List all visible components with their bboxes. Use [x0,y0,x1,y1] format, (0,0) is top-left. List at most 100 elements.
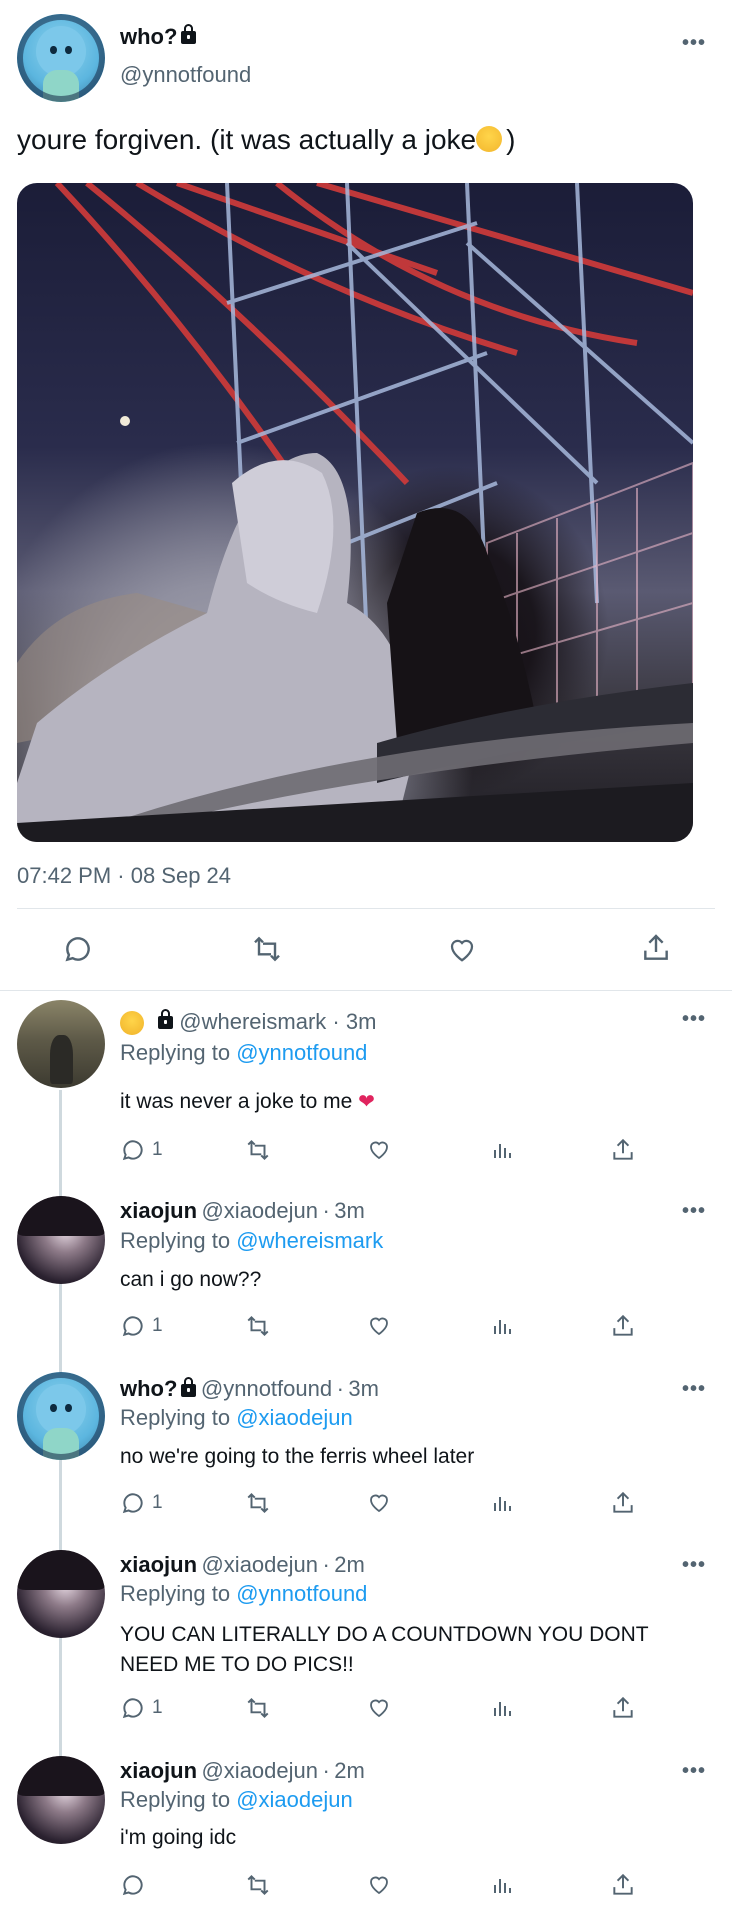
tweet-text: youre forgiven. (it was actually a joke [17,124,477,155]
more-options-icon[interactable]: ••• [682,1200,706,1223]
views-icon[interactable] [490,1313,514,1339]
share-icon[interactable] [640,931,672,965]
like-icon[interactable] [366,1872,392,1896]
reply-count: 1 [152,1315,163,1336]
reply-display-name[interactable]: xiaojun [120,1552,197,1577]
reply-handle[interactable]: @xiaodejun [201,1198,318,1223]
lock-icon [181,1377,197,1398]
loudly-crying-face-icon [476,125,503,152]
replying-to-link[interactable]: @ynnotfound [236,1040,367,1065]
main-tweet-text: youre forgiven. (it was actually a joke) [17,124,515,156]
reply-avatar[interactable] [17,1550,105,1638]
reply-display-name[interactable]: xiaojun [120,1758,197,1783]
reply-icon[interactable] [62,933,94,965]
reply-header: xiaojun @xiaodejun · 2m [120,1758,365,1784]
reply-handle[interactable]: @xiaodejun [201,1552,318,1577]
replying-to: Replying to @xiaodejun [120,1405,353,1431]
like-icon[interactable] [366,1695,392,1719]
replying-label: Replying to [120,1405,231,1430]
replying-label: Replying to [120,1581,231,1606]
reply-header: @whereismark · 3m [120,1008,377,1036]
reply-count: 1 [152,1697,163,1718]
separator: · [322,1198,330,1223]
main-avatar[interactable] [17,14,105,102]
reply-icon[interactable]: 1 [120,1137,163,1163]
like-icon[interactable] [446,934,478,964]
replying-to: Replying to @ynnotfound [120,1581,367,1607]
reply-header: xiaojun @xiaodejun · 2m [120,1552,365,1578]
reply-text: i'm going idc [120,1826,237,1849]
reply-avatar[interactable] [17,1000,105,1088]
reply-time: 3m [334,1198,365,1223]
reply-text: YOU CAN LITERALLY DO A COUNTDOWN YOU DON… [120,1623,649,1676]
reply-icon[interactable]: 1 [120,1313,163,1339]
reply-time: 3m [348,1376,379,1401]
reply-text: it was never a joke to me ❤ [120,1089,375,1114]
divider [0,990,732,991]
retweet-icon[interactable] [244,1872,272,1898]
more-options-icon[interactable]: ••• [682,32,706,55]
reply-avatar[interactable] [17,1372,105,1460]
tweet-photo[interactable] [17,183,693,842]
reply-display-name[interactable]: who? [120,1376,177,1401]
main-handle[interactable]: @ynnotfound [120,62,251,88]
more-options-icon[interactable]: ••• [682,1378,706,1401]
reply-time: 2m [334,1758,365,1783]
retweet-icon[interactable] [244,1695,272,1721]
reply-display-name[interactable]: xiaojun [120,1198,197,1223]
grimacing-face-icon [120,1011,144,1036]
main-display-name[interactable]: who? [120,23,197,50]
share-icon[interactable] [610,1137,636,1163]
reply-handle[interactable]: @ynnotfound [201,1376,332,1401]
reply-text-content: it was never a joke to me [120,1090,353,1113]
replying-to-link[interactable]: @ynnotfound [236,1581,367,1606]
reply-avatar[interactable] [17,1196,105,1284]
reply-time: 3m [345,1009,377,1034]
retweet-icon[interactable] [244,1313,272,1339]
separator: · [322,1552,330,1577]
separator: · [336,1376,344,1401]
views-icon[interactable] [490,1490,514,1516]
like-icon[interactable] [366,1137,392,1161]
reply-header: who? @ynnotfound · 3m [120,1376,379,1402]
reply-count: 1 [152,1492,163,1513]
replying-label: Replying to [120,1228,231,1253]
like-icon[interactable] [366,1490,392,1514]
reply-text: can i go now?? [120,1268,262,1291]
replying-to: Replying to @whereismark [120,1228,383,1254]
share-icon[interactable] [610,1872,636,1898]
lock-icon [181,23,197,44]
views-icon[interactable] [490,1695,514,1721]
reply-time: 2m [334,1552,365,1577]
share-icon[interactable] [610,1695,636,1721]
retweet-icon[interactable] [244,1137,272,1163]
replying-label: Replying to [120,1787,231,1812]
replying-label: Replying to [120,1040,231,1065]
reply-count: 1 [152,1139,163,1160]
reply-header: xiaojun @xiaodejun · 3m [120,1198,365,1224]
replying-to-link[interactable]: @xiaodejun [236,1787,353,1812]
like-icon[interactable] [366,1313,392,1337]
reply-handle[interactable]: @xiaodejun [201,1758,318,1783]
replying-to-link[interactable]: @whereismark [236,1228,383,1253]
display-name-text: who? [120,24,178,49]
share-icon[interactable] [610,1313,636,1339]
retweet-icon[interactable] [244,1490,272,1516]
views-icon[interactable] [490,1137,514,1163]
reply-text: no we're going to the ferris wheel later [120,1445,475,1468]
views-icon[interactable] [490,1872,514,1898]
more-options-icon[interactable]: ••• [682,1008,706,1031]
main-timestamp: 07:42 PM · 08 Sep 24 [17,863,232,888]
divider [17,908,715,909]
reply-icon[interactable]: 1 [120,1490,163,1516]
reply-handle[interactable]: @whereismark [179,1009,326,1034]
reply-avatar[interactable] [17,1756,105,1844]
retweet-icon[interactable] [250,933,284,965]
separator: · [332,1009,340,1034]
reply-icon[interactable]: 1 [120,1695,163,1721]
share-icon[interactable] [610,1490,636,1516]
reply-icon[interactable] [120,1872,152,1898]
more-options-icon[interactable]: ••• [682,1760,706,1783]
more-options-icon[interactable]: ••• [682,1554,706,1577]
replying-to-link[interactable]: @xiaodejun [236,1405,353,1430]
